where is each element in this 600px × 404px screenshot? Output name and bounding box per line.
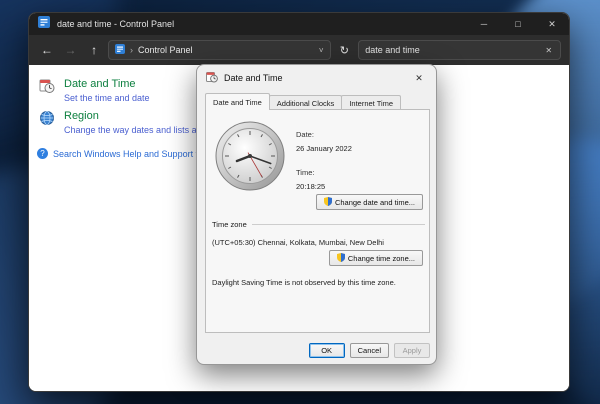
uac-shield-icon — [336, 252, 345, 264]
window-title: date and time - Control Panel — [57, 19, 175, 29]
time-zone-group: Time zone — [212, 220, 425, 229]
window-controls: ─ □ ✕ — [467, 13, 569, 35]
dialog-footer: OK Cancel Apply — [308, 343, 430, 358]
tab-additional-clocks[interactable]: Additional Clocks — [268, 95, 343, 110]
control-panel-icon — [38, 15, 50, 33]
refresh-icon[interactable]: ↻ — [335, 40, 355, 60]
set-time-and-date-link[interactable]: Set the time and date — [64, 93, 150, 103]
date-and-time-link[interactable]: Date and Time — [64, 78, 150, 90]
minimize-button[interactable]: ─ — [467, 13, 501, 35]
clear-search-icon[interactable]: ✕ — [543, 46, 554, 55]
close-button[interactable]: ✕ — [535, 13, 569, 35]
dialog-title: Date and Time — [224, 73, 283, 83]
breadcrumb-chevron-icon: › — [130, 45, 134, 55]
time-label: Time: — [296, 168, 315, 177]
maximize-button[interactable]: □ — [501, 13, 535, 35]
date-value: 26 January 2022 — [296, 144, 352, 153]
dst-note: Daylight Saving Time is not observed by … — [212, 278, 396, 287]
up-button[interactable]: ↑ — [84, 40, 104, 60]
change-time-zone-label: Change time zone... — [347, 253, 415, 263]
date-time-dialog: Date and Time ✕ Date and Time Additional… — [196, 64, 437, 365]
search-input[interactable] — [365, 45, 544, 55]
dialog-close-button[interactable]: ✕ — [402, 65, 436, 91]
date-label: Date: — [296, 130, 314, 139]
tab-date-and-time[interactable]: Date and Time — [205, 93, 270, 110]
result-date-and-time: Date and Time Set the time and date — [39, 78, 150, 103]
date-time-applet-icon — [39, 78, 55, 103]
change-date-time-label: Change date and time... — [334, 197, 415, 207]
apply-button: Apply — [394, 343, 430, 358]
tab-internet-time[interactable]: Internet Time — [341, 95, 402, 110]
navigation-bar: ← → ↑ › Control Panel ˅ ↻ ✕ — [29, 35, 569, 65]
date-time-dialog-icon — [206, 71, 218, 85]
dialog-title-bar: Date and Time ✕ — [197, 65, 436, 91]
back-button[interactable]: ← — [37, 40, 57, 60]
change-time-zone-button[interactable]: Change time zone... — [328, 250, 423, 266]
help-icon: ? — [37, 148, 48, 159]
group-separator-line — [251, 224, 425, 225]
title-bar: date and time - Control Panel ─ □ ✕ — [29, 13, 569, 35]
analog-clock — [214, 120, 286, 194]
search-box[interactable]: ✕ — [358, 40, 562, 60]
cancel-button[interactable]: Cancel — [349, 343, 389, 358]
region-globe-icon — [39, 110, 55, 135]
dialog-tabs: Date and Time Additional Clocks Internet… — [205, 93, 402, 110]
time-value: 20:18:25 — [296, 182, 326, 191]
breadcrumb-control-panel[interactable]: Control Panel — [138, 45, 193, 55]
change-date-time-button[interactable]: Change date and time... — [315, 194, 423, 210]
control-panel-icon-small — [115, 44, 126, 56]
time-zone-value: (UTC+05:30) Chennai, Kolkata, Mumbai, Ne… — [212, 238, 384, 247]
desktop-wallpaper: date and time - Control Panel ─ □ ✕ ← → … — [0, 0, 600, 404]
address-dropdown-icon[interactable]: ˅ — [319, 46, 324, 55]
time-zone-group-label: Time zone — [212, 220, 247, 229]
ok-button[interactable]: OK — [308, 343, 345, 358]
forward-button[interactable]: → — [61, 40, 81, 60]
address-bar[interactable]: › Control Panel ˅ — [108, 40, 331, 60]
uac-shield-icon — [323, 196, 332, 208]
tab-page-date-and-time: Date: 26 January 2022 Time: 20:18:25 Cha… — [205, 109, 430, 333]
